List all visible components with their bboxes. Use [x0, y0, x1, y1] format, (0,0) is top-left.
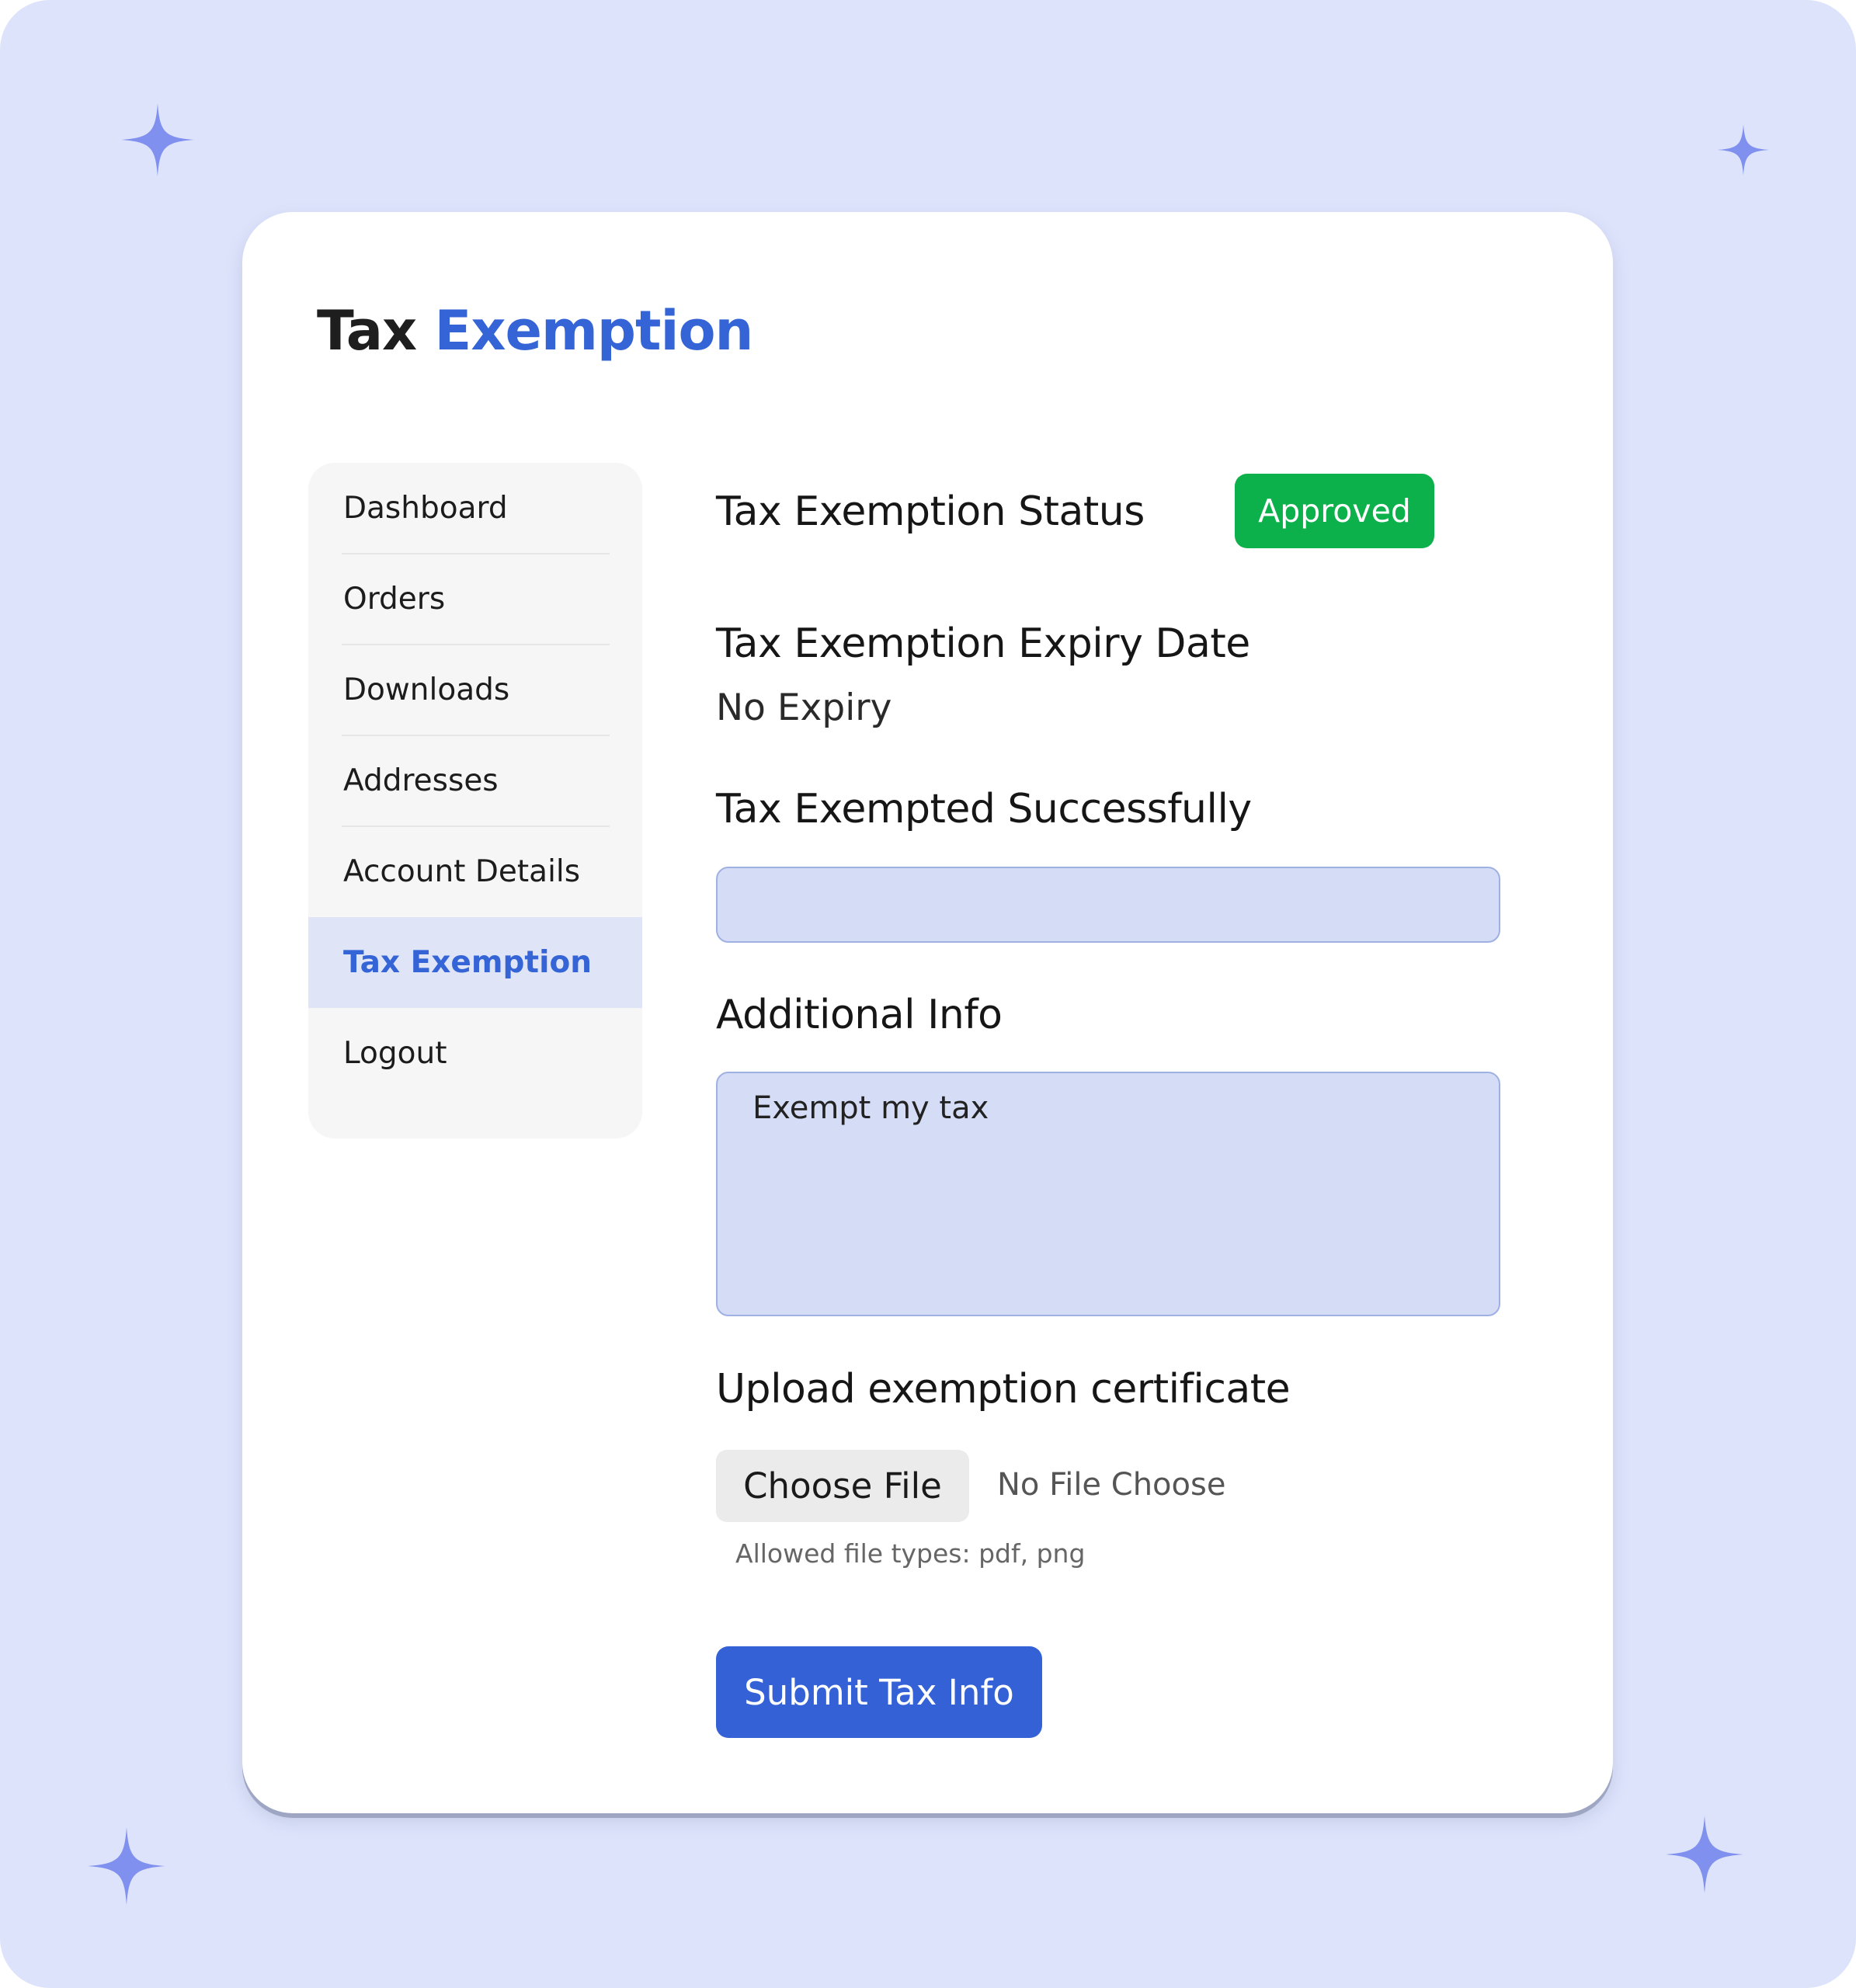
sidebar-item-label: Account Details: [343, 854, 581, 889]
additional-info-heading: Additional Info: [716, 992, 1003, 1038]
sparkle-icon: [1666, 1816, 1743, 1893]
additional-info-textarea[interactable]: Exempt my tax: [716, 1072, 1500, 1316]
page-title: Tax Exemption: [317, 304, 753, 358]
sidebar-item-label: Downloads: [343, 673, 510, 707]
sidebar-item-dashboard[interactable]: Dashboard: [308, 463, 642, 554]
sparkle-icon: [121, 103, 194, 176]
sidebar-item-addresses[interactable]: Addresses: [308, 735, 642, 826]
status-heading: Tax Exemption Status: [716, 488, 1145, 535]
page-title-part2: Exemption: [434, 299, 754, 363]
file-status-text: No File Choose: [997, 1467, 1226, 1503]
submit-tax-info-button[interactable]: Submit Tax Info: [716, 1646, 1042, 1738]
sidebar-item-label: Dashboard: [343, 491, 508, 526]
upload-heading: Upload exemption certificate: [716, 1366, 1291, 1413]
tax-exemption-form: Tax Exemption Status Approved Tax Exempt…: [716, 212, 1570, 1813]
page-background: Tax Exemption Dashboard Orders Downloads…: [0, 0, 1856, 1988]
sidebar-item-label: Orders: [343, 582, 446, 617]
sidebar-item-orders[interactable]: Orders: [308, 554, 642, 645]
expiry-heading: Tax Exemption Expiry Date: [716, 620, 1250, 667]
sidebar-item-account-details[interactable]: Account Details: [308, 826, 642, 917]
exempted-input[interactable]: [716, 867, 1500, 943]
sparkle-icon: [1718, 124, 1769, 176]
sidebar-item-label: Addresses: [343, 763, 499, 798]
sidebar-item-tax-exemption[interactable]: Tax Exemption: [308, 917, 642, 1008]
sidebar-item-label: Tax Exemption: [343, 945, 592, 980]
sidebar-item-label: Logout: [343, 1036, 447, 1071]
sidebar-item-logout[interactable]: Logout: [308, 1008, 642, 1099]
status-badge: Approved: [1235, 474, 1434, 548]
sidebar-item-downloads[interactable]: Downloads: [308, 645, 642, 735]
choose-file-button[interactable]: Choose File: [716, 1450, 969, 1522]
exempted-heading: Tax Exempted Successfully: [716, 786, 1252, 832]
sparkle-icon: [88, 1827, 165, 1905]
tax-exemption-card: Tax Exemption Dashboard Orders Downloads…: [242, 212, 1613, 1813]
page-title-part1: Tax: [317, 299, 417, 363]
account-sidebar: Dashboard Orders Downloads Addresses Acc…: [308, 463, 642, 1138]
allowed-file-types-hint: Allowed file types: pdf, png: [735, 1538, 1086, 1569]
expiry-value: No Expiry: [716, 686, 892, 729]
